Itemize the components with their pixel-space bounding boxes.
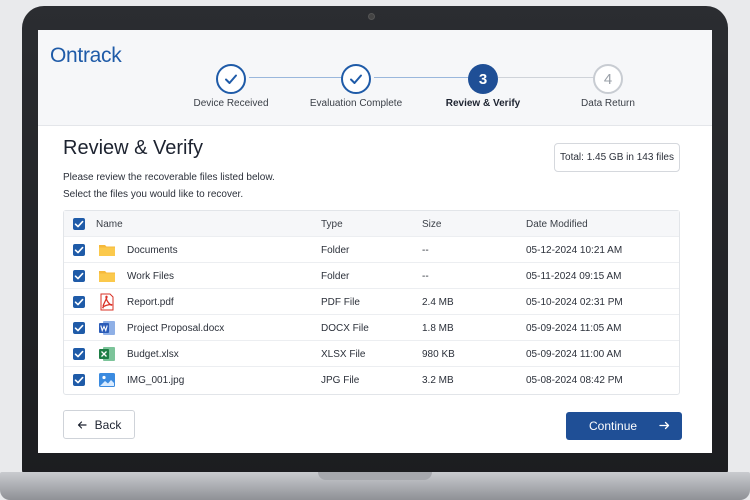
- file-name: IMG_001.jpg: [127, 374, 185, 386]
- file-type: XLSX File: [321, 348, 366, 360]
- column-header-date[interactable]: Date Modified: [526, 211, 588, 237]
- row-checkbox[interactable]: [73, 348, 85, 360]
- files-table: Name Type Size Date Modified Documents F…: [63, 210, 680, 395]
- row-checkbox[interactable]: [73, 296, 85, 308]
- file-size: 3.2 MB: [422, 374, 454, 386]
- file-size: --: [422, 244, 429, 256]
- row-checkbox[interactable]: [73, 322, 85, 334]
- step-connector: [498, 77, 594, 78]
- file-date: 05-08-2024 08:42 PM: [526, 374, 623, 386]
- file-date: 05-09-2024 11:05 AM: [526, 322, 622, 334]
- row-checkbox[interactable]: [73, 374, 85, 386]
- pdf-icon: [100, 293, 114, 311]
- folder-icon: [99, 245, 115, 256]
- continue-button-label: Continue: [589, 419, 638, 433]
- column-header-size[interactable]: Size: [422, 211, 441, 237]
- check-icon: [74, 376, 84, 384]
- file-name: Report.pdf: [127, 296, 174, 308]
- file-name: Project Proposal.docx: [127, 322, 225, 334]
- file-size: 980 KB: [422, 348, 455, 360]
- back-button-label: Back: [94, 417, 122, 432]
- file-date: 05-09-2024 11:00 AM: [526, 348, 622, 360]
- arrow-right-icon: [659, 421, 670, 430]
- table-row[interactable]: Work Files Folder -- 05-11-2024 09:15 AM: [64, 263, 679, 289]
- check-icon: [74, 298, 84, 306]
- table-row[interactable]: IMG_001.jpg JPG File 3.2 MB 05-08-2024 0…: [64, 367, 679, 393]
- back-button[interactable]: Back: [63, 410, 135, 439]
- step-connector: [249, 77, 347, 78]
- page-title: Review & Verify: [63, 137, 204, 159]
- header: Ontrack Device Received Evaluation Compl…: [38, 30, 712, 126]
- total-summary: Total: 1.45 GB in 143 files: [554, 143, 680, 172]
- step-4-label: Data Return: [581, 98, 635, 109]
- check-icon: [225, 74, 237, 84]
- table-row[interactable]: Report.pdf PDF File 2.4 MB 05-10-2024 02…: [64, 289, 679, 315]
- laptop-notch: [318, 472, 432, 480]
- continue-button[interactable]: Continue: [566, 412, 682, 440]
- column-header-name[interactable]: Name: [96, 211, 123, 237]
- excel-icon: [99, 347, 115, 361]
- instruction-text: Please review the recoverable files list…: [63, 172, 275, 183]
- ontrack-logo: Ontrack: [50, 44, 122, 67]
- table-row[interactable]: Budget.xlsx XLSX File 980 KB 05-09-2024 …: [64, 341, 679, 367]
- app-screen: Ontrack Device Received Evaluation Compl…: [38, 30, 712, 453]
- table-row[interactable]: Documents Folder -- 05-12-2024 10:21 AM: [64, 237, 679, 263]
- step-3-active: 3: [468, 64, 498, 94]
- file-date: 05-11-2024 09:15 AM: [526, 270, 622, 282]
- check-icon: [74, 220, 84, 228]
- file-date: 05-12-2024 10:21 AM: [526, 244, 623, 256]
- step-connector: [374, 77, 469, 78]
- step-2-done: [341, 64, 371, 94]
- file-type: PDF File: [321, 296, 360, 308]
- word-icon: [99, 321, 115, 335]
- table-header: Name Type Size Date Modified: [64, 211, 679, 237]
- file-type: DOCX File: [321, 322, 369, 334]
- step-4-pending: 4: [593, 64, 623, 94]
- instruction-text: Select the files you would like to recov…: [63, 189, 244, 200]
- file-type: Folder: [321, 270, 350, 282]
- select-all-checkbox[interactable]: [73, 218, 85, 230]
- row-checkbox[interactable]: [73, 270, 85, 282]
- check-icon: [74, 246, 84, 254]
- file-name: Documents: [127, 244, 178, 256]
- column-header-type[interactable]: Type: [321, 211, 343, 237]
- file-name: Budget.xlsx: [127, 348, 179, 360]
- folder-icon: [99, 271, 115, 282]
- step-2-label: Evaluation Complete: [309, 98, 403, 109]
- check-icon: [74, 324, 84, 332]
- image-icon: [99, 373, 115, 387]
- check-icon: [350, 74, 362, 84]
- check-icon: [74, 272, 84, 280]
- step-3-label: Review & Verify: [445, 98, 521, 109]
- arrow-left-icon: [77, 420, 87, 429]
- file-name: Work Files: [127, 270, 175, 282]
- file-size: --: [422, 270, 429, 282]
- row-checkbox[interactable]: [73, 244, 85, 256]
- file-size: 1.8 MB: [422, 322, 454, 334]
- table-row[interactable]: Project Proposal.docx DOCX File 1.8 MB 0…: [64, 315, 679, 341]
- file-type: Folder: [321, 244, 350, 256]
- file-type: JPG File: [321, 374, 360, 386]
- file-date: 05-10-2024 02:31 PM: [526, 296, 623, 308]
- camera-icon: [368, 13, 375, 20]
- step-1-label: Device Received: [193, 98, 269, 109]
- step-1-done: [216, 64, 246, 94]
- file-size: 2.4 MB: [422, 296, 454, 308]
- check-icon: [74, 350, 84, 358]
